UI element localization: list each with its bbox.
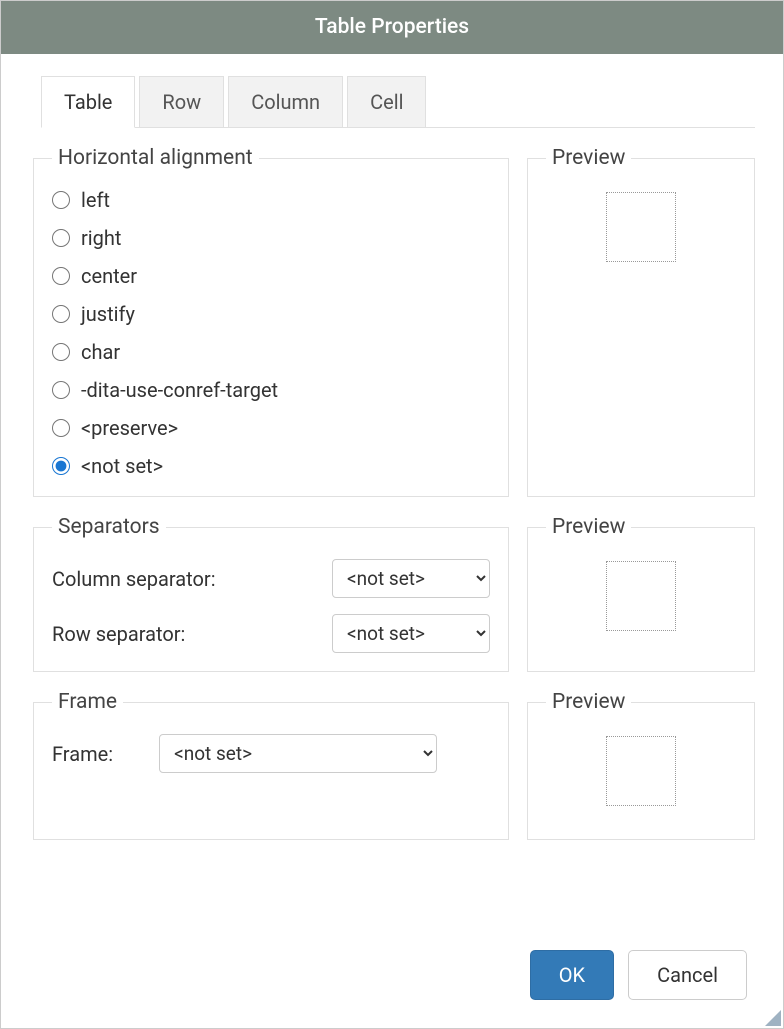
- label-row-separator: Row separator:: [52, 622, 185, 646]
- row-row-separator: Row separator: <not set>: [52, 614, 490, 653]
- separator-rows: Column separator: <not set> Row separato…: [52, 559, 490, 653]
- radio-halign-char[interactable]: char: [52, 340, 490, 364]
- fieldset-separators: Separators Column separator: <not set> R…: [33, 515, 509, 672]
- preview-box-frame: [606, 736, 676, 806]
- radio-label: -dita-use-conref-target: [81, 378, 278, 402]
- radio-list-halign: left right center justify: [52, 188, 490, 478]
- radio-label: center: [81, 264, 137, 288]
- legend-separators: Separators: [52, 515, 166, 539]
- frame-setting-row: Frame: <not set>: [52, 734, 490, 773]
- fieldset-preview-frame: Preview: [527, 690, 755, 840]
- radio-label: char: [81, 340, 120, 364]
- legend-preview-frame: Preview: [546, 690, 631, 714]
- dialog-table-properties: Table Properties Table Row Column Cell H…: [0, 0, 784, 1029]
- select-col-separator[interactable]: <not set>: [332, 559, 490, 598]
- dialog-content: Table Row Column Cell Horizontal alignme…: [1, 54, 783, 932]
- ok-button[interactable]: OK: [530, 950, 614, 1000]
- legend-preview-halign: Preview: [546, 146, 631, 170]
- select-row-separator[interactable]: <not set>: [332, 614, 490, 653]
- legend-preview-separators: Preview: [546, 515, 631, 539]
- tab-cell-label: Cell: [370, 90, 403, 114]
- radio-input-halign-right[interactable]: [52, 229, 70, 247]
- radio-halign-dita[interactable]: -dita-use-conref-target: [52, 378, 490, 402]
- cancel-button-label: Cancel: [657, 963, 718, 987]
- row-halign: Horizontal alignment left right cente: [33, 146, 755, 497]
- tab-column-label: Column: [251, 90, 320, 114]
- radio-label: <not set>: [81, 454, 163, 478]
- cancel-button[interactable]: Cancel: [628, 950, 747, 1000]
- legend-frame: Frame: [52, 690, 123, 714]
- label-frame: Frame:: [52, 742, 113, 766]
- ok-button-label: OK: [559, 963, 585, 987]
- fieldset-preview-separators: Preview: [527, 515, 755, 672]
- tab-bar: Table Row Column Cell: [41, 76, 755, 128]
- radio-halign-notset[interactable]: <not set>: [52, 454, 490, 478]
- radio-input-halign-char[interactable]: [52, 343, 70, 361]
- tab-table[interactable]: Table: [41, 76, 135, 128]
- radio-input-halign-dita[interactable]: [52, 381, 70, 399]
- dialog-titlebar: Table Properties: [1, 1, 783, 54]
- tab-table-label: Table: [64, 90, 112, 114]
- sections: Horizontal alignment left right cente: [33, 146, 755, 840]
- select-frame[interactable]: <not set>: [159, 734, 437, 773]
- preview-box-separators: [606, 561, 676, 631]
- radio-input-halign-center[interactable]: [52, 267, 70, 285]
- fieldset-frame: Frame Frame: <not set>: [33, 690, 509, 840]
- tab-column[interactable]: Column: [228, 76, 343, 127]
- label-col-separator: Column separator:: [52, 567, 216, 591]
- radio-halign-preserve[interactable]: <preserve>: [52, 416, 490, 440]
- row-separators: Separators Column separator: <not set> R…: [33, 515, 755, 672]
- radio-label: <preserve>: [81, 416, 178, 440]
- radio-label: right: [81, 226, 121, 250]
- legend-halign: Horizontal alignment: [52, 146, 259, 170]
- radio-input-halign-notset[interactable]: [52, 457, 70, 475]
- radio-input-halign-left[interactable]: [52, 191, 70, 209]
- tab-row-label: Row: [162, 90, 201, 114]
- radio-input-halign-preserve[interactable]: [52, 419, 70, 437]
- radio-label: left: [81, 188, 110, 212]
- tab-cell[interactable]: Cell: [347, 76, 426, 127]
- dialog-title: Table Properties: [315, 15, 469, 39]
- dialog-footer: OK Cancel: [1, 932, 783, 1028]
- tab-row[interactable]: Row: [139, 76, 224, 127]
- fieldset-halign: Horizontal alignment left right cente: [33, 146, 509, 497]
- radio-halign-right[interactable]: right: [52, 226, 490, 250]
- row-frame: Frame Frame: <not set> Preview: [33, 690, 755, 840]
- row-col-separator: Column separator: <not set>: [52, 559, 490, 598]
- radio-input-halign-justify[interactable]: [52, 305, 70, 323]
- resize-handle-icon[interactable]: [763, 1008, 781, 1026]
- fieldset-preview-halign: Preview: [527, 146, 755, 497]
- radio-halign-left[interactable]: left: [52, 188, 490, 212]
- radio-label: justify: [81, 302, 135, 326]
- radio-halign-center[interactable]: center: [52, 264, 490, 288]
- radio-halign-justify[interactable]: justify: [52, 302, 490, 326]
- preview-box-halign: [606, 192, 676, 262]
